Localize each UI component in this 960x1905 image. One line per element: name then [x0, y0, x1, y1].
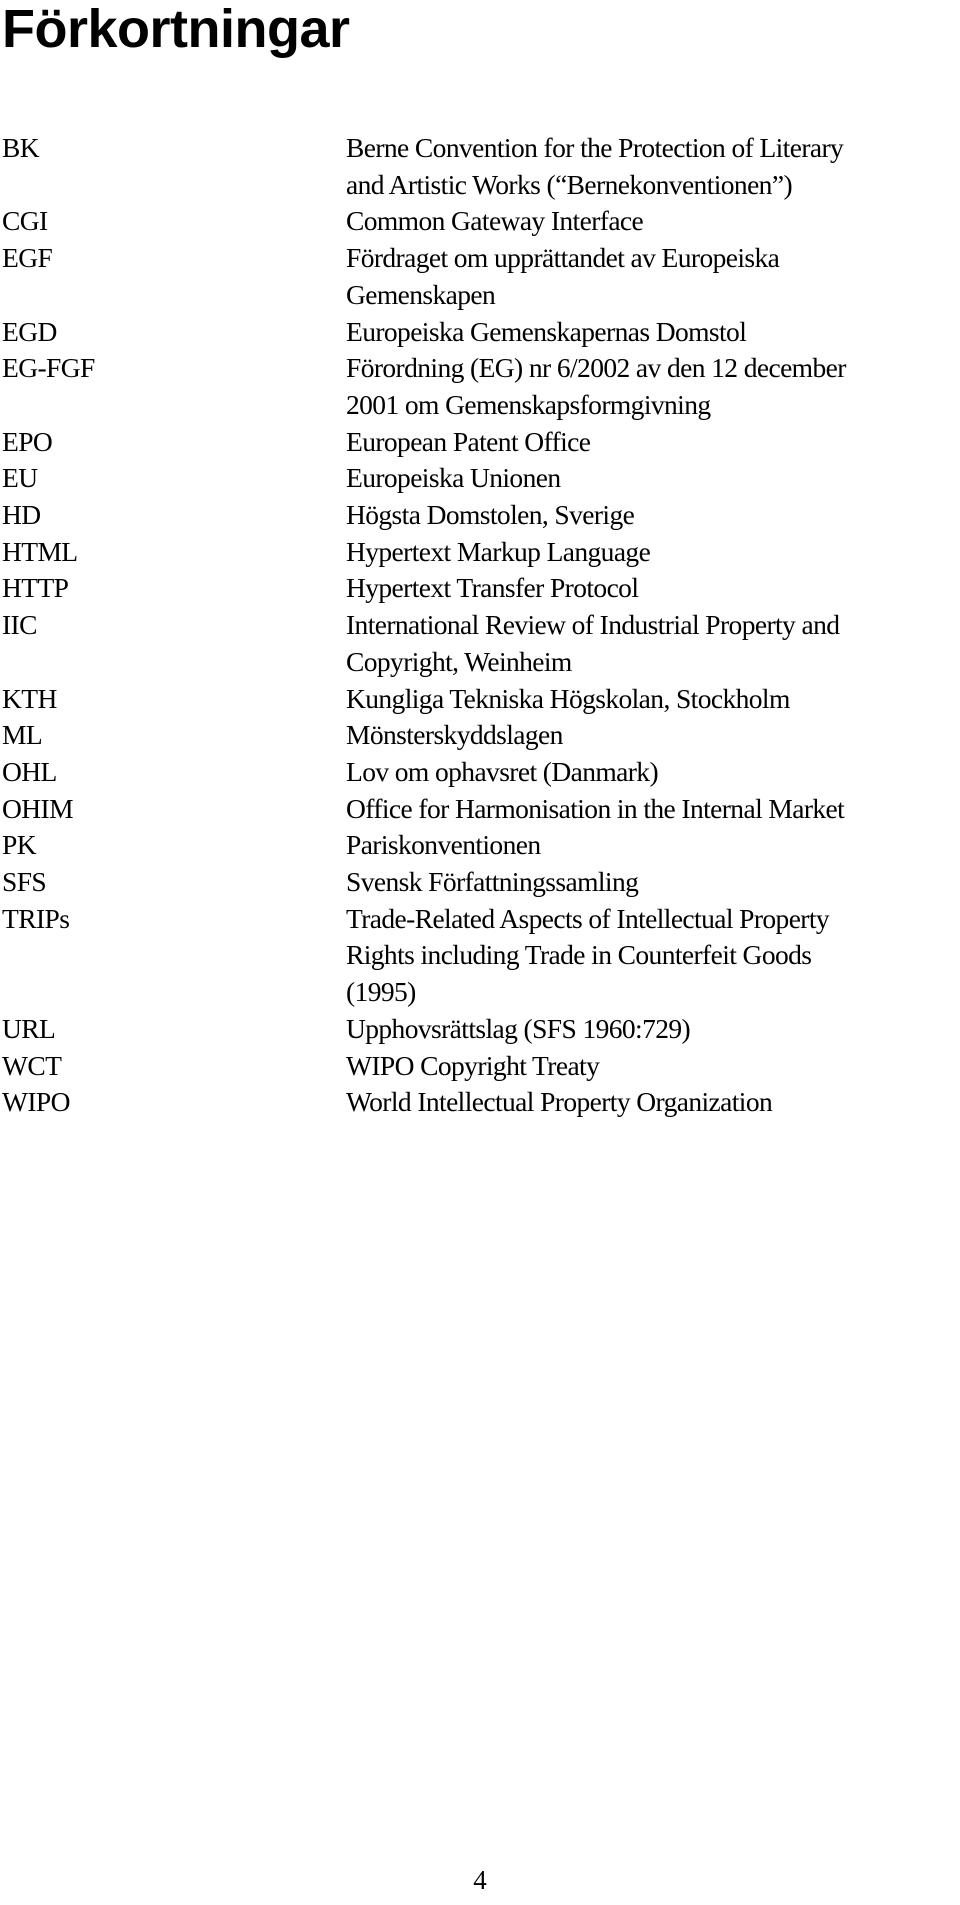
abbreviation-definition: Office for Harmonisation in the Internal…: [346, 791, 960, 828]
abbreviation-definition: Europeiska Gemenskapernas Domstol: [346, 314, 960, 351]
definition-line: Mönsterskyddslagen: [346, 719, 563, 751]
definition-line: and Artistic Works (“Bernekonventionen”): [346, 168, 793, 200]
abbreviation-term: HTTP: [2, 572, 69, 604]
abbreviation-definition: Hypertext Markup Language: [346, 534, 960, 571]
abbreviation-term: TRIPs: [2, 902, 70, 934]
abbreviation-definition: European Patent Office: [346, 424, 960, 461]
abbreviation-definition: WIPO Copyright Treaty: [346, 1048, 960, 1085]
abbreviation-definition: International Review of Industrial Prope…: [346, 607, 960, 680]
abbreviation-definition: Europeiska Unionen: [346, 460, 960, 497]
definition-line: Gemenskapen: [346, 278, 496, 310]
definition-line: Trade-Related Aspects of Intellectual Pr…: [346, 902, 830, 934]
abbreviation-definition: Fördraget om upprättandet av Europeiska G…: [346, 240, 960, 313]
abbreviation-term: HD: [2, 499, 41, 531]
abbreviation-list: BK Berne Convention for the Protection of…: [0, 130, 960, 1121]
abbreviation-row: HD Högsta Domstolen, Sverige: [0, 497, 960, 534]
abbreviation-row: EG-FGF Förordning (EG) nr 6/2002 av den 1…: [0, 350, 960, 423]
abbreviation-definition: Pariskonventionen: [346, 827, 960, 864]
abbreviation-definition: Lov om ophavsret (Danmark): [346, 754, 960, 791]
abbreviation-term: EGD: [2, 315, 57, 347]
definition-line: European Patent Office: [346, 425, 591, 457]
abbreviation-term: KTH: [2, 682, 57, 714]
abbreviation-row: KTH Kungliga Tekniska Högskolan, Stockhol…: [0, 681, 960, 718]
definition-line: Berne Convention for the Protection of L…: [346, 132, 844, 163]
abbreviation-term: URL: [2, 1012, 56, 1044]
abbreviation-term: EGF: [2, 242, 53, 274]
abbreviation-definition: Högsta Domstolen, Sverige: [346, 497, 960, 534]
definition-line: Europeiska Unionen: [346, 462, 561, 494]
abbreviation-definition: Kungliga Tekniska Högskolan, Stockholm: [346, 681, 960, 718]
abbreviation-row: WIPO World Intellectual Property Organiza…: [0, 1084, 960, 1121]
definition-line: Hypertext Transfer Protocol: [346, 572, 639, 604]
abbreviation-row: OHIM Office for Harmonisation in the Inte…: [0, 791, 960, 828]
abbreviation-row: EGD Europeiska Gemenskapernas Domstol: [0, 314, 960, 351]
abbreviation-definition: Common Gateway Interface: [346, 203, 960, 240]
abbreviation-definition: Trade-Related Aspects of Intellectual Pr…: [346, 901, 960, 1011]
abbreviation-row: CGI Common Gateway Interface: [0, 203, 960, 240]
abbreviation-definition: World Intellectual Property Organization: [346, 1084, 960, 1121]
abbreviation-term: EG-FGF: [2, 352, 95, 384]
page-title: Förkortningar: [2, 0, 350, 59]
definition-line: Rights including Trade in Counterfeit Go…: [346, 939, 812, 971]
abbreviation-row: EGF Fördraget om upprättandet av Europeis…: [0, 240, 960, 313]
abbreviation-term: PK: [2, 829, 37, 861]
definition-line: 2001 om Gemenskapsformgivning: [346, 388, 711, 420]
abbreviation-row: ML Mönsterskyddslagen: [0, 717, 960, 754]
definition-line: Högsta Domstolen, Sverige: [346, 499, 635, 531]
abbreviation-term: WIPO: [2, 1086, 70, 1118]
abbreviation-term: OHL: [2, 755, 57, 787]
abbreviation-term: EPO: [2, 425, 53, 457]
abbreviation-term: EU: [2, 462, 38, 494]
abbreviation-row: SFS Svensk Författningssamling: [0, 864, 960, 901]
abbreviation-row: HTML Hypertext Markup Language: [0, 534, 960, 571]
abbreviation-row: BK Berne Convention for the Protection of…: [0, 130, 960, 203]
definition-line: Pariskonventionen: [346, 829, 541, 861]
abbreviation-row: IIC International Review of Industrial Pr…: [0, 607, 960, 680]
definition-line: Copyright, Weinheim: [346, 645, 572, 677]
abbreviation-term: IIC: [2, 609, 37, 641]
definition-line: Fördraget om upprättandet av Europeiska: [346, 242, 780, 274]
abbreviation-term: BK: [2, 132, 40, 163]
definition-line: World Intellectual Property Organization: [346, 1086, 773, 1118]
abbreviation-row: EU Europeiska Unionen: [0, 460, 960, 497]
abbreviation-term: CGI: [2, 205, 48, 237]
abbreviation-definition: Mönsterskyddslagen: [346, 717, 960, 754]
abbreviation-row: TRIPs Trade-Related Aspects of Intellectu…: [0, 901, 960, 1011]
abbreviation-term: ML: [2, 719, 43, 751]
page-number: 4: [473, 1865, 487, 1895]
definition-line: Europeiska Gemenskapernas Domstol: [346, 315, 747, 347]
abbreviation-definition: Upphovsrättslag (SFS 1960:729): [346, 1011, 960, 1048]
abbreviation-row: WCT WIPO Copyright Treaty: [0, 1048, 960, 1085]
definition-line: WIPO Copyright Treaty: [346, 1049, 600, 1081]
abbreviation-definition: Svensk Författningssamling: [346, 864, 960, 901]
abbreviation-term: SFS: [2, 866, 47, 898]
definition-line: Lov om ophavsret (Danmark): [346, 755, 659, 787]
abbreviation-definition: Förordning (EG) nr 6/2002 av den 12 dece…: [346, 350, 960, 423]
abbreviation-term: OHIM: [2, 792, 74, 824]
abbreviation-row: HTTP Hypertext Transfer Protocol: [0, 570, 960, 607]
abbreviation-row: OHL Lov om ophavsret (Danmark): [0, 754, 960, 791]
definition-line: International Review of Industrial Prope…: [346, 609, 840, 641]
definition-line: Office for Harmonisation in the Internal…: [346, 792, 845, 824]
abbreviation-row: EPO European Patent Office: [0, 424, 960, 461]
definition-line: Upphovsrättslag (SFS 1960:729): [346, 1012, 691, 1044]
abbreviation-term: HTML: [2, 535, 78, 567]
definition-line: Common Gateway Interface: [346, 205, 644, 237]
definition-line: Svensk Författningssamling: [346, 866, 639, 898]
definition-line: Förordning (EG) nr 6/2002 av den 12 dece…: [346, 352, 846, 384]
abbreviation-definition: Hypertext Transfer Protocol: [346, 570, 960, 607]
definition-line: (1995): [346, 976, 416, 1008]
abbreviation-row: PK Pariskonventionen: [0, 827, 960, 864]
abbreviation-term: WCT: [2, 1049, 62, 1081]
definition-line: Hypertext Markup Language: [346, 535, 651, 567]
abbreviation-definition: Berne Convention for the Protection of L…: [346, 130, 960, 203]
definition-line: Kungliga Tekniska Högskolan, Stockholm: [346, 682, 790, 714]
abbreviation-row: URL Upphovsrättslag (SFS 1960:729): [0, 1011, 960, 1048]
